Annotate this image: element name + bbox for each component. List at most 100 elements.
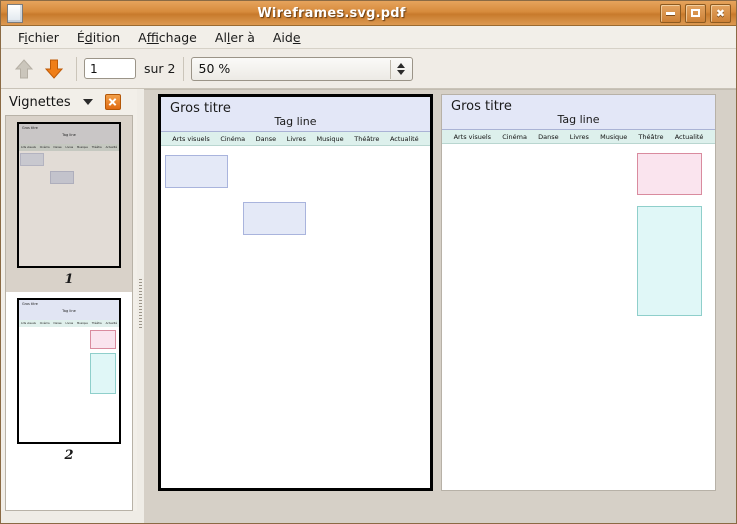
page-2-heading: Gros titre: [451, 99, 512, 114]
thumbnail-list[interactable]: Gros titre Tag line Arts visuels Cinéma …: [5, 115, 133, 511]
menu-aller-a-post: er à: [230, 29, 255, 45]
window-controls: ✖: [660, 3, 731, 23]
thumbnail-nav-item: Cinéma: [39, 146, 50, 149]
thumbnail-heading-2: Gros titre: [22, 302, 38, 306]
thumbnail-nav-1: Arts visuels Cinéma Danse Livres Musique…: [19, 144, 119, 151]
minimize-button[interactable]: [660, 3, 681, 23]
page-nav-item-livres: Livres: [569, 132, 589, 141]
page-2-nav: Arts visuels Cinéma Danse Livres Musique…: [442, 130, 715, 144]
thumbnail-page-1: Gros titre Tag line Arts visuels Cinéma …: [17, 122, 121, 268]
sidebar-bottom-strip: [1, 511, 137, 523]
sidebar-splitter[interactable]: [137, 89, 144, 523]
wireframe-box-blue-2: [243, 202, 306, 235]
thumbnail-nav-item: Théâtre: [91, 146, 102, 149]
previous-page-button[interactable]: [9, 54, 39, 84]
page-total-label: sur 2: [144, 61, 176, 76]
page-nav-item-livres: Livres: [286, 134, 306, 143]
body-area: Vignettes Gros titre Tag line Arts visue…: [1, 89, 736, 523]
page-1-heading: Gros titre: [170, 101, 231, 116]
chevron-down-icon[interactable]: [82, 99, 93, 105]
sidebar-header: Vignettes: [1, 89, 137, 115]
arrow-down-icon: [44, 59, 64, 79]
thumbnail-nav-item: Livres: [65, 146, 74, 149]
maximize-button[interactable]: [685, 3, 706, 23]
spinner-down-icon[interactable]: [396, 70, 405, 75]
menu-edition-post: ition: [92, 29, 121, 45]
thumbnail-heading-1: Gros titre: [22, 126, 38, 130]
thumbnail-item-2[interactable]: Gros titre Tag line Arts visuels Cinéma …: [6, 292, 132, 468]
toolbar-separator-2: [182, 56, 184, 81]
thumbnail-nav-item: Musique: [77, 322, 88, 325]
menu-aide[interactable]: Aide: [264, 28, 310, 47]
page-nav-item-arts-visuels: Arts visuels: [453, 132, 492, 141]
sidebar-title: Vignettes: [9, 94, 71, 110]
menu-bar: Fichier Édition Affichage Aller à Aide: [1, 26, 736, 49]
thumbnail-sidebar: Vignettes Gros titre Tag line Arts visue…: [1, 89, 137, 523]
thumbnail-tagline-2: Tag line: [62, 309, 76, 313]
menu-aide-mnemonic: e: [292, 29, 301, 45]
page-nav-item-theatre: Théâtre: [638, 132, 664, 141]
menu-affichage-pre: A: [138, 29, 147, 45]
spinner-up-icon[interactable]: [396, 63, 405, 68]
thumbnail-tagline-1: Tag line: [62, 133, 76, 137]
page-2-header: Gros titre Tag line: [442, 95, 715, 130]
page-nav-item-actualite: Actualité: [389, 134, 419, 143]
menu-fichier-post: chier: [27, 29, 59, 45]
thumbnail-item-1[interactable]: Gros titre Tag line Arts visuels Cinéma …: [6, 116, 132, 292]
wireframe-box-blue-1: [165, 155, 228, 188]
thumbnail-box: [90, 330, 116, 349]
menu-affichage-post: fichage: [158, 29, 197, 45]
page-nav-item-danse: Danse: [538, 132, 559, 141]
page-number-input[interactable]: [84, 58, 136, 79]
spinner-updown-icon[interactable]: [389, 59, 408, 79]
pdf-viewer-window: Wireframes.svg.pdf ✖ Fichier Édition Aff…: [0, 0, 737, 524]
next-page-button[interactable]: [39, 54, 69, 84]
menu-edition-mnemonic: d: [84, 29, 93, 45]
page-2-tagline: Tag line: [557, 113, 600, 126]
close-button[interactable]: ✖: [710, 3, 731, 23]
toolbar: sur 2 50 %: [1, 49, 736, 89]
page-nav-item-musique: Musique: [316, 134, 344, 143]
thumbnail-label-2: 2: [64, 448, 74, 463]
thumbnail-nav-item: Actualité: [105, 146, 118, 149]
page-1-tagline: Tag line: [274, 115, 317, 128]
page-nav-item-actualite: Actualité: [674, 132, 704, 141]
menu-fichier[interactable]: Fichier: [9, 28, 68, 47]
menu-edition-pre: É: [76, 29, 85, 45]
thumbnail-nav-item: Danse: [53, 146, 62, 149]
thumbnail-nav-item: Livres: [65, 322, 74, 325]
thumbnail-box: [20, 153, 44, 166]
page-nav-item-arts-visuels: Arts visuels: [172, 134, 210, 143]
menu-edition[interactable]: Édition: [68, 28, 129, 47]
window-title: Wireframes.svg.pdf: [257, 5, 406, 21]
page-nav-item-cinema: Cinéma: [502, 132, 527, 141]
thumbnail-header-1: Gros titre Tag line: [19, 124, 119, 145]
splitter-grip-icon: [139, 279, 142, 329]
page-nav-item-musique: Musique: [600, 132, 628, 141]
thumbnail-nav-item: Théâtre: [91, 322, 102, 325]
page-nav-item-danse: Danse: [255, 134, 277, 143]
close-icon: ✖: [715, 6, 726, 20]
close-panel-icon[interactable]: [104, 94, 121, 110]
page-1-nav: Arts visuels Cinéma Danse Livres Musique…: [161, 132, 430, 146]
menu-aller-a[interactable]: Aller à: [206, 28, 264, 47]
menu-aller-a-pre: Al: [214, 29, 227, 45]
thumbnail-nav-item: Cinéma: [39, 322, 50, 325]
thumbnail-nav-item: Arts visuels: [20, 322, 36, 325]
page-nav-item-cinema: Cinéma: [220, 134, 246, 143]
thumbnail-box: [50, 171, 74, 184]
maximize-icon: [686, 5, 705, 22]
zoom-combobox[interactable]: 50 %: [190, 56, 413, 81]
minimize-icon: [661, 5, 680, 22]
thumbnail-nav-item: Arts visuels: [20, 146, 36, 149]
document-page-1[interactable]: Gros titre Tag line Arts visuels Cinéma …: [158, 94, 433, 491]
menu-affichage-mnemonic: f: [146, 29, 159, 45]
thumbnail-nav-2: Arts visuels Cinéma Danse Livres Musique…: [19, 320, 119, 327]
document-page-2[interactable]: Gros titre Tag line Arts visuels Cinéma …: [441, 94, 716, 491]
menu-affichage[interactable]: Affichage: [129, 28, 206, 47]
zoom-value: 50 %: [198, 61, 231, 76]
page-nav-item-theatre: Théâtre: [354, 134, 380, 143]
document-viewer[interactable]: Gros titre Tag line Arts visuels Cinéma …: [144, 89, 736, 523]
page-1-header: Gros titre Tag line: [161, 97, 430, 132]
thumbnail-label-1: 1: [64, 272, 74, 287]
